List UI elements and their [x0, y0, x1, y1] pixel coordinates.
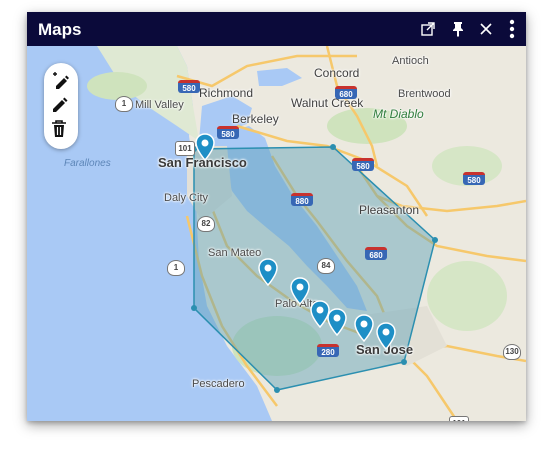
shield-us101-north: 101 [175, 141, 195, 156]
shield-i580-east: 580 [352, 158, 374, 171]
map-marker-icon[interactable] [195, 133, 215, 161]
more-options-button[interactable] [501, 17, 523, 41]
draw-polygon-icon [53, 72, 69, 89]
map-marker-icon[interactable] [376, 322, 396, 350]
close-icon [480, 23, 492, 35]
map-marker-icon[interactable] [327, 308, 347, 336]
more-vertical-icon [509, 19, 515, 39]
shield-sr130: 130 [503, 344, 521, 360]
popout-button[interactable] [417, 17, 439, 41]
window-title: Maps [38, 20, 82, 39]
draw-toolbar [44, 63, 78, 149]
place-berkeley: Berkeley [232, 112, 279, 126]
place-pleasanton: Pleasanton [359, 203, 420, 217]
shield-i580-west: 580 [178, 80, 200, 93]
place-san-mateo: San Mateo [208, 247, 262, 259]
place-concord: Concord [314, 66, 360, 80]
place-daly-city: Daly City [164, 192, 209, 204]
shield-i680-north: 680 [335, 86, 357, 99]
map-canvas[interactable]: Richmond Concord Antioch Brentwood Walnu… [27, 46, 526, 421]
place-antioch: Antioch [392, 55, 429, 67]
map-marker-icon[interactable] [354, 314, 374, 342]
shield-i580-sf: 580 [217, 126, 239, 139]
shield-sr84: 84 [317, 258, 335, 274]
place-richmond: Richmond [199, 86, 254, 100]
pin-icon [453, 22, 463, 37]
popout-icon [421, 22, 435, 36]
close-button[interactable] [475, 17, 497, 41]
shield-i680: 680 [365, 247, 387, 260]
map-base-layer [27, 46, 526, 421]
shield-sr1-north: 1 [115, 96, 133, 112]
draw-polygon-button[interactable] [51, 72, 71, 92]
edit-shape-button[interactable] [51, 96, 71, 116]
shield-i580-tracy: 580 [463, 172, 485, 185]
shield-sr82: 82 [197, 216, 215, 232]
maps-widget: Maps Richmond Concord Antioch Brentwood … [27, 12, 526, 421]
place-pescadero: Pescadero [192, 378, 245, 390]
place-brentwood: Brentwood [398, 88, 451, 100]
shield-i280: 280 [317, 344, 339, 357]
shield-sr1-south: 1 [167, 260, 185, 276]
delete-icon [52, 120, 66, 137]
titlebar: Maps [27, 12, 526, 46]
map-marker-icon[interactable] [290, 277, 310, 305]
pin-button[interactable] [447, 17, 469, 41]
place-mill-valley: Mill Valley [135, 99, 184, 111]
place-farallones: Farallones [64, 158, 111, 169]
shield-i880: 880 [291, 193, 313, 206]
delete-button[interactable] [51, 120, 71, 140]
edit-shape-icon [53, 97, 68, 112]
place-mt-diablo: Mt Diablo [373, 107, 424, 121]
shield-us101-south: 101 [449, 416, 469, 421]
map-marker-icon[interactable] [258, 258, 278, 286]
